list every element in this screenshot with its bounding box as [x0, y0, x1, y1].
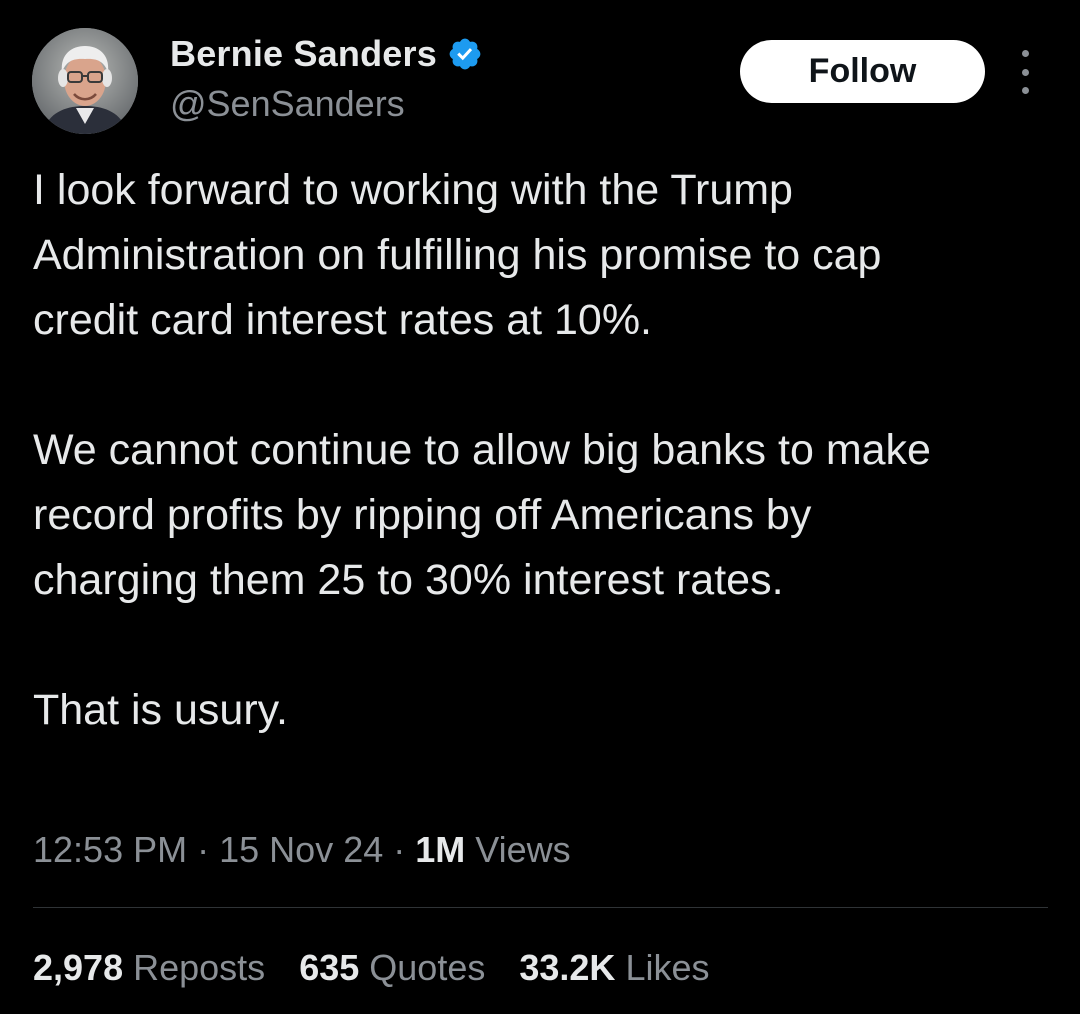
- tweet-paragraph: I look forward to working with the Trump…: [33, 166, 882, 344]
- more-dot: [1021, 50, 1029, 57]
- tweet-paragraph: We cannot continue to allow big banks to…: [33, 426, 931, 604]
- more-dot: [1021, 68, 1029, 76]
- likes-stat[interactable]: 33.2K Likes: [519, 944, 709, 992]
- more-dot: [1021, 87, 1029, 94]
- tweet-detail: Bernie Sanders @SenSanders Follow I look…: [0, 0, 1080, 1014]
- quotes-label: Quotes: [369, 947, 486, 988]
- author-name-row: Bernie Sanders: [170, 30, 483, 78]
- reposts-stat[interactable]: 2,978 Reposts: [33, 944, 265, 992]
- quotes-count: 635: [299, 947, 360, 988]
- tweet-metadata: 12:53 PM · 15 Nov 24 · 1M Views: [33, 826, 571, 874]
- meta-separator: ·: [393, 829, 406, 870]
- follow-button[interactable]: Follow: [740, 40, 985, 103]
- reposts-label: Reposts: [133, 947, 266, 988]
- verified-badge-icon[interactable]: [447, 36, 483, 72]
- tweet-time[interactable]: 12:53 PM: [33, 829, 187, 870]
- likes-label: Likes: [625, 947, 710, 988]
- tweet-text: I look forward to working with the Trump…: [33, 158, 1043, 743]
- meta-separator: ·: [197, 829, 210, 870]
- quotes-stat[interactable]: 635 Quotes: [299, 944, 485, 992]
- engagement-stats: 2,978 Reposts 635 Quotes 33.2K Likes: [33, 944, 710, 992]
- author-display-name[interactable]: Bernie Sanders: [170, 30, 437, 78]
- avatar[interactable]: [32, 28, 138, 134]
- more-options-icon[interactable]: [1010, 50, 1040, 94]
- author-handle[interactable]: @SenSanders: [170, 80, 405, 128]
- likes-count: 33.2K: [519, 947, 616, 988]
- views-label: Views: [475, 829, 571, 870]
- reposts-count: 2,978: [33, 947, 124, 988]
- views-count: 1M: [415, 829, 466, 870]
- tweet-paragraph: That is usury.: [33, 686, 288, 734]
- divider: [33, 907, 1048, 908]
- tweet-date[interactable]: 15 Nov 24: [219, 829, 383, 870]
- avatar-photo: [32, 28, 138, 134]
